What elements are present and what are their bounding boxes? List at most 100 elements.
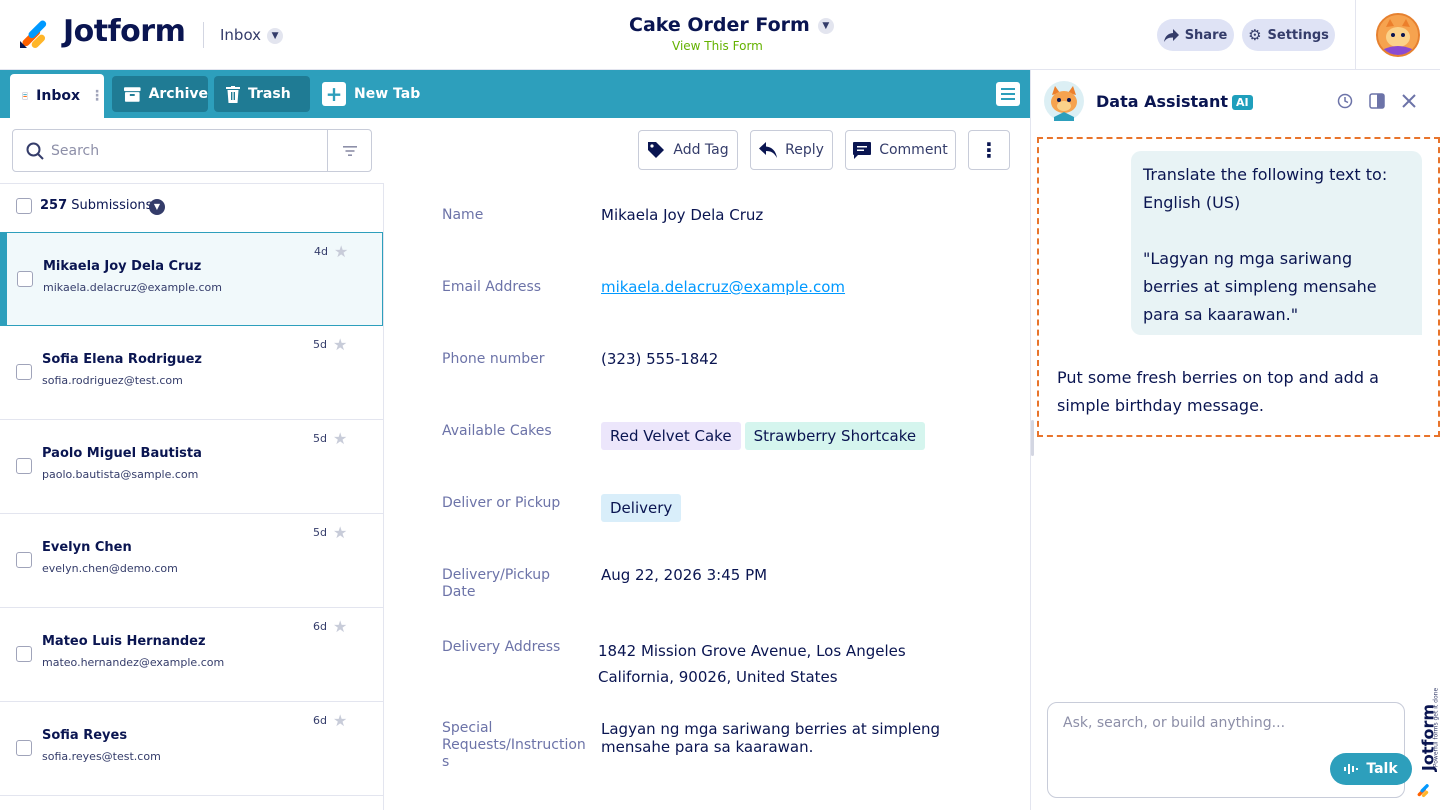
- share-icon: [1163, 28, 1179, 42]
- user-menu: [1355, 0, 1440, 70]
- address-line: California, 90026, United States: [598, 668, 838, 686]
- selected-indicator: [1, 233, 7, 325]
- row-checkbox[interactable]: [16, 458, 32, 474]
- cake-chip: Strawberry Shortcake: [744, 422, 926, 450]
- cat-avatar-icon: [1378, 15, 1418, 55]
- settings-label: Settings: [1267, 27, 1329, 43]
- resize-handle[interactable]: [1031, 420, 1034, 456]
- assistant-reply: Put some fresh berries on top and add a …: [1057, 368, 1379, 415]
- plus-icon: +: [322, 82, 346, 106]
- talk-button[interactable]: Talk: [1330, 753, 1412, 785]
- row-checkbox[interactable]: [16, 364, 32, 380]
- talk-label: Talk: [1366, 761, 1398, 777]
- star-icon[interactable]: ★: [333, 429, 347, 448]
- reply-button[interactable]: Reply: [750, 130, 833, 170]
- more-options-button[interactable]: ⋮: [968, 130, 1010, 170]
- star-icon[interactable]: ★: [333, 335, 347, 354]
- special-label-line: Requests/Instruction: [442, 737, 586, 753]
- submitter-email: evelyn.chen@demo.com: [42, 562, 178, 575]
- cake-chip: Red Velvet Cake: [601, 422, 741, 450]
- select-all-checkbox[interactable]: [16, 198, 32, 214]
- view-form-link[interactable]: View This Form: [672, 39, 763, 53]
- list-item[interactable]: Mikaela Joy Dela Cruz mikaela.delacruz@e…: [0, 232, 383, 326]
- date-label-line: Delivery/Pickup: [442, 567, 550, 583]
- row-checkbox[interactable]: [16, 646, 32, 662]
- special-value-line: Lagyan ng mga sariwang berries at simple…: [601, 720, 941, 738]
- search-input[interactable]: [51, 140, 321, 162]
- tab-archive-label: Archive: [148, 86, 208, 102]
- gear-icon: ⚙: [1248, 26, 1262, 44]
- avatar[interactable]: [1376, 13, 1420, 57]
- star-icon[interactable]: ★: [333, 711, 347, 730]
- assistant-title-text: Data Assistant: [1096, 92, 1229, 111]
- chat-conversation: Translate the following text to: English…: [1037, 137, 1440, 437]
- tab-trash[interactable]: Trash: [214, 76, 310, 112]
- list-item[interactable]: Evelyn Chen evelyn.chen@demo.com 5d ★: [0, 514, 383, 608]
- search-icon: [26, 142, 44, 160]
- voice-wave-icon: [1344, 764, 1359, 774]
- brand-tagline: Powerful forms get it done: [1432, 687, 1440, 768]
- inbox-switcher-label: Inbox: [220, 26, 262, 44]
- chevron-down-icon: ▼: [267, 27, 284, 44]
- submissions-count-number: 257: [40, 198, 68, 213]
- form-title[interactable]: Cake Order Form ▼: [629, 14, 834, 36]
- address-value: 1842 Mission Grove Avenue, Los Angeles C…: [598, 638, 906, 690]
- submitter-email: mikaela.delacruz@example.com: [43, 281, 222, 294]
- more-vertical-icon: ⋮: [979, 138, 999, 162]
- ask-input[interactable]: [1063, 715, 1383, 755]
- star-icon[interactable]: ★: [334, 242, 348, 261]
- inbox-switcher[interactable]: Inbox ▼: [220, 26, 284, 44]
- email-link[interactable]: mikaela.delacruz@example.com: [601, 278, 845, 296]
- row-checkbox[interactable]: [16, 740, 32, 756]
- special-value: Lagyan ng mga sariwang berries at simple…: [601, 720, 940, 756]
- search-field: [12, 129, 372, 172]
- submitter-email: sofia.rodriguez@test.com: [42, 374, 183, 387]
- list-item[interactable]: Mateo Luis Hernandez mateo.hernandez@exa…: [0, 608, 383, 702]
- deliver-value: Delivery: [601, 494, 685, 522]
- submission-age: 5d: [313, 338, 327, 351]
- new-tab-button[interactable]: + New Tab: [322, 76, 420, 112]
- star-icon[interactable]: ★: [333, 523, 347, 542]
- jotform-logo-icon[interactable]: [18, 16, 50, 50]
- submitter-name: Sofia Reyes: [42, 728, 128, 743]
- settings-button[interactable]: ⚙ Settings: [1242, 19, 1335, 51]
- row-checkbox[interactable]: [16, 552, 32, 568]
- submission-age: 5d: [313, 526, 327, 539]
- filter-button[interactable]: [327, 130, 372, 171]
- submitter-email: sofia.reyes@test.com: [42, 750, 161, 763]
- row-checkbox[interactable]: [17, 271, 33, 287]
- comment-button[interactable]: Comment: [845, 130, 956, 170]
- list-item[interactable]: Paolo Miguel Bautista paolo.bautista@sam…: [0, 420, 383, 514]
- assistant-title: Data Assistant AI: [1096, 92, 1253, 111]
- jotform-logo-icon: [1417, 784, 1429, 798]
- tab-inbox-label: Inbox: [36, 88, 80, 104]
- special-value-line: mensahe para sa kaarawan.: [601, 738, 814, 756]
- filter-icon: [343, 145, 357, 156]
- submissions-count-row: 257 Submissions ▼: [0, 184, 383, 232]
- submitter-name: Mikaela Joy Dela Cruz: [43, 259, 202, 274]
- list-item[interactable]: Sofia Elena Rodriguez sofia.rodriguez@te…: [0, 326, 383, 420]
- drag-handle-icon[interactable]: ⋮: [90, 88, 104, 104]
- submission-list: 257 Submissions ▼ Mikaela Joy Dela Cruz …: [0, 183, 384, 810]
- tabs-menu-button[interactable]: [996, 82, 1020, 106]
- tab-inbox[interactable]: Inbox ⋮: [10, 74, 104, 118]
- logo-text[interactable]: Jotform: [63, 14, 186, 49]
- cakes-label: Available Cakes: [442, 423, 552, 439]
- chevron-down-icon[interactable]: ▼: [149, 199, 165, 215]
- user-message: Translate the following text to: English…: [1131, 151, 1422, 335]
- add-tag-button[interactable]: Add Tag: [638, 130, 738, 170]
- inbox-icon: [22, 92, 29, 100]
- form-title-text: Cake Order Form: [629, 14, 810, 36]
- chevron-down-icon: ▼: [817, 17, 834, 34]
- tab-archive[interactable]: Archive: [112, 76, 208, 112]
- special-label: Special Requests/Instruction s: [442, 720, 586, 771]
- star-icon[interactable]: ★: [333, 617, 347, 636]
- split-view-icon[interactable]: [1369, 93, 1385, 109]
- reply-icon: [759, 142, 778, 158]
- tab-trash-label: Trash: [248, 86, 291, 102]
- history-icon[interactable]: [1337, 93, 1353, 109]
- share-button[interactable]: Share: [1157, 19, 1234, 51]
- close-icon[interactable]: [1402, 94, 1416, 108]
- submitter-email: paolo.bautista@sample.com: [42, 468, 199, 481]
- list-item[interactable]: Sofia Reyes sofia.reyes@test.com 6d ★: [0, 702, 383, 796]
